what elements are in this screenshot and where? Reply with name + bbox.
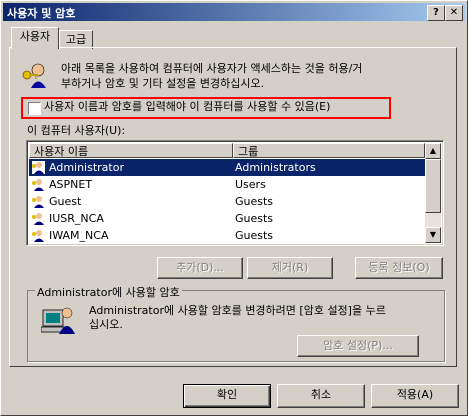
- add-user-button[interactable]: 추가(D)...: [157, 257, 243, 279]
- close-icon: ✕: [449, 7, 459, 18]
- scroll-thumb[interactable]: [425, 159, 441, 213]
- user-name: ASPNET: [49, 178, 93, 191]
- user-name: Administrator: [49, 161, 124, 174]
- user-icon: [32, 161, 45, 174]
- vertical-scrollbar[interactable]: ▲ ▼: [425, 143, 441, 243]
- column-header-group[interactable]: 그룹: [233, 143, 425, 158]
- users-section-label: 이 컴퓨터 사용자(U):: [27, 124, 126, 137]
- list-item[interactable]: Guest Guests: [29, 193, 425, 210]
- user-icon: [32, 230, 44, 242]
- user-icon: [32, 213, 44, 225]
- user-group: Users: [235, 178, 266, 191]
- password-group-text: Administrator에 사용할 암호를 변경하려면 [암호 설정]을 누르…: [89, 304, 386, 331]
- users-and-passwords-dialog: 사용자 및 암호 ? ✕ 사용자 고급 아래 목록을 사용하여 컴퓨터에 사용자…: [0, 0, 468, 416]
- tab-users[interactable]: 사용자: [11, 27, 59, 49]
- column-header-username[interactable]: 사용자 이름: [29, 143, 233, 158]
- users-keys-icon: [22, 63, 46, 88]
- scroll-down-button[interactable]: ▼: [425, 227, 441, 243]
- computer-user-icon: [41, 307, 75, 334]
- set-password-button[interactable]: 암호 설정(P)...: [297, 335, 419, 357]
- intro-text: 아래 목록을 사용하여 컴퓨터에 사용자가 액세스하는 것을 허용/거 부하거나…: [61, 62, 363, 90]
- arrow-down-icon: ▼: [429, 230, 437, 239]
- close-button[interactable]: ✕: [445, 5, 463, 21]
- require-login-checkbox[interactable]: [28, 102, 41, 115]
- list-item[interactable]: IWAM_NCA Guests: [29, 227, 425, 244]
- list-item[interactable]: IUSR_NCA Guests: [29, 210, 425, 227]
- user-group: Administrators: [235, 161, 316, 174]
- password-group-title: Administrator에 사용할 암호: [35, 284, 182, 300]
- list-item[interactable]: Administrator Administrators: [29, 159, 425, 176]
- cancel-button[interactable]: 취소: [277, 384, 365, 408]
- remove-user-button[interactable]: 제거(R): [247, 257, 333, 279]
- scroll-up-button[interactable]: ▲: [425, 143, 441, 159]
- help-button[interactable]: ?: [427, 5, 445, 21]
- user-icon: [32, 179, 44, 191]
- user-name: Guest: [49, 195, 82, 208]
- ok-button[interactable]: 확인: [183, 384, 271, 408]
- user-icon: [32, 196, 44, 208]
- user-group: Guests: [235, 229, 274, 242]
- window-title: 사용자 및 암호: [7, 7, 76, 20]
- users-list[interactable]: 사용자 이름 그룹 Administrator Administrators A…: [26, 140, 444, 246]
- title-bar[interactable]: 사용자 및 암호 ? ✕: [3, 3, 465, 21]
- user-name: IWAM_NCA: [49, 229, 109, 242]
- help-icon: ?: [433, 7, 439, 18]
- require-login-label[interactable]: 사용자 이름과 암호를 입력해야 이 컴퓨터를 사용할 수 있음(E): [44, 100, 330, 114]
- user-group: Guests: [235, 212, 274, 225]
- properties-button[interactable]: 등록 정보(O): [355, 257, 443, 279]
- user-group: Guests: [235, 195, 274, 208]
- arrow-up-icon: ▲: [429, 146, 437, 155]
- list-item[interactable]: ASPNET Users: [29, 176, 425, 193]
- apply-button[interactable]: 적용(A): [371, 384, 459, 408]
- user-name: IUSR_NCA: [49, 212, 104, 225]
